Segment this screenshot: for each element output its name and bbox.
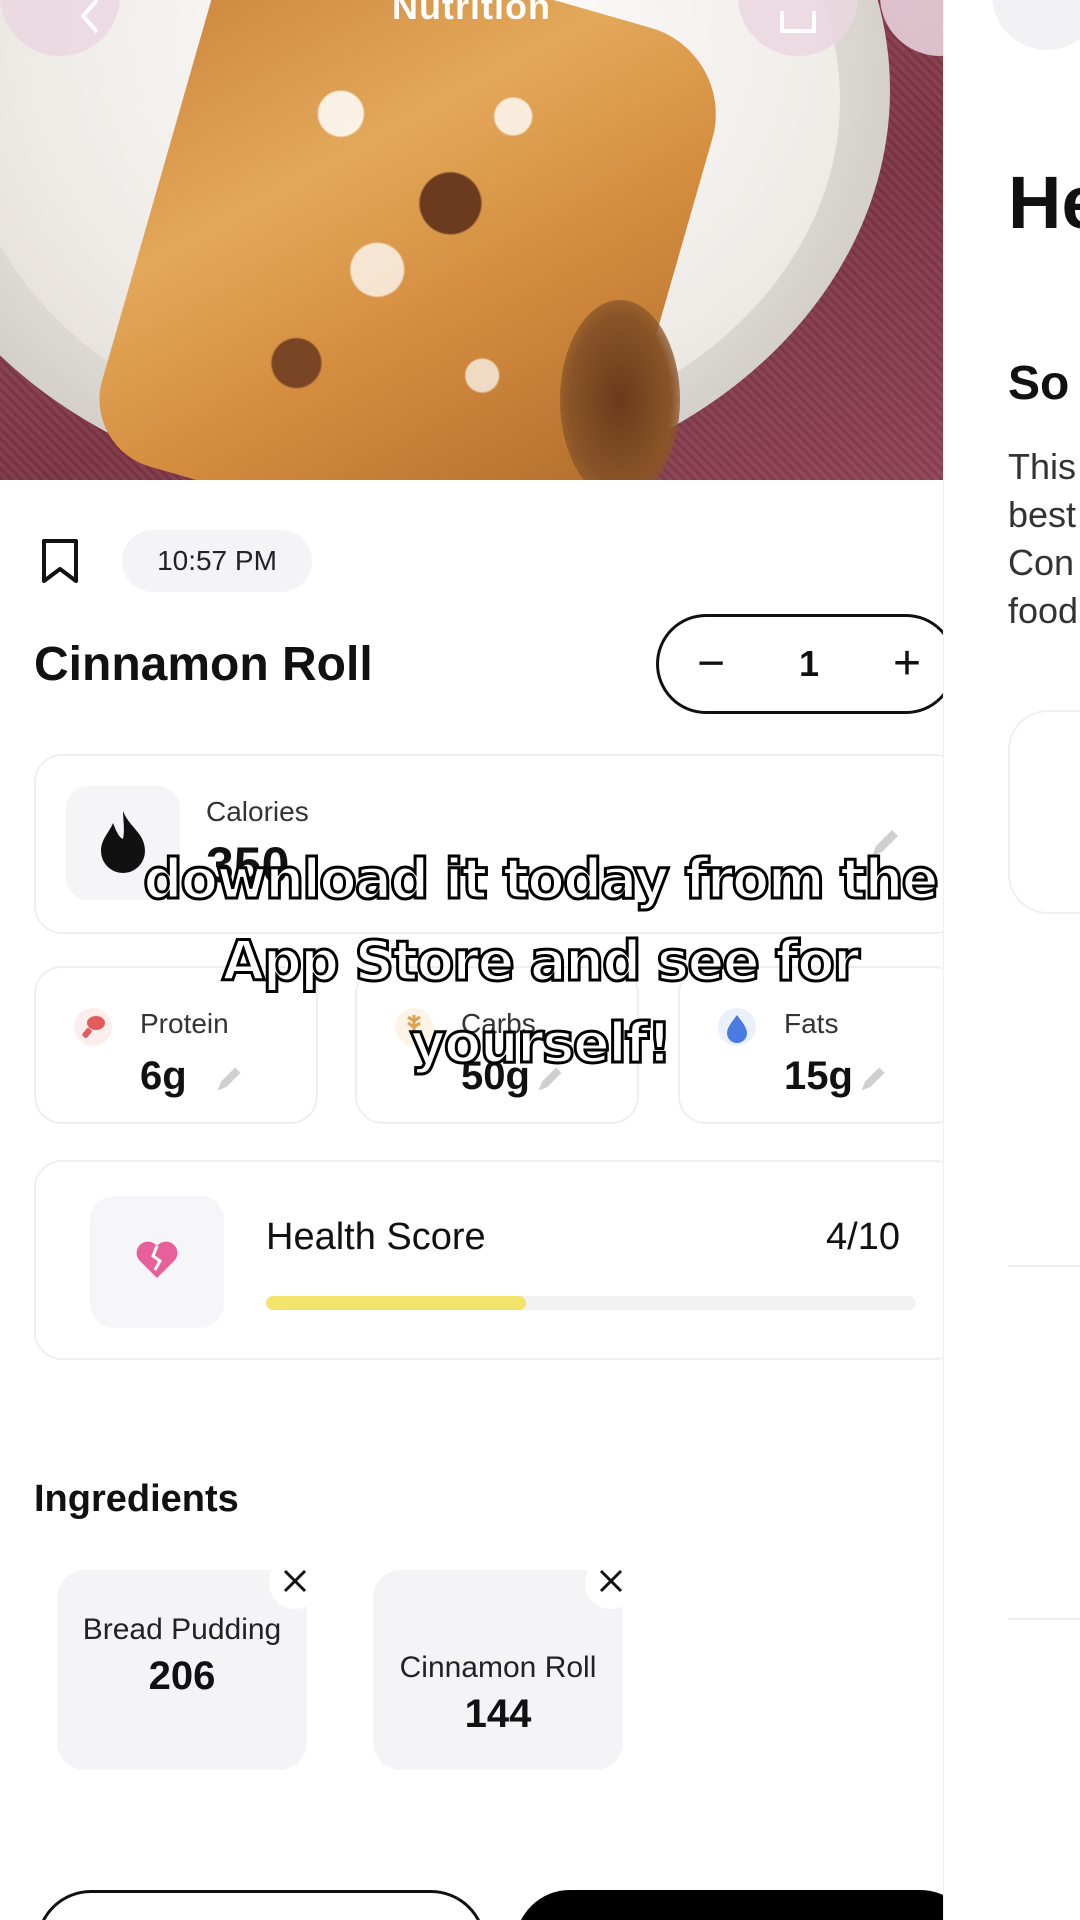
remove-ingredient-button[interactable] xyxy=(269,1557,321,1609)
list-item[interactable] xyxy=(1008,1380,1080,1500)
primary-action-button[interactable] xyxy=(515,1890,943,1920)
side-text-line: Con xyxy=(1008,542,1075,583)
health-score-card: Health Score 4/10 xyxy=(34,1160,943,1360)
ingredients-title: Ingredients xyxy=(34,1478,239,1520)
side-heading: He xyxy=(1008,161,1080,244)
divider xyxy=(1008,1618,1080,1620)
video-caption: download it today from the App Store and… xyxy=(60,838,1020,1084)
bookmark-icon[interactable] xyxy=(40,538,80,584)
close-icon xyxy=(598,1568,624,1599)
ingredient-card[interactable]: Bread Pudding 206 xyxy=(57,1570,307,1770)
ingredient-calories: 144 xyxy=(464,1692,532,1736)
side-text-line: food xyxy=(1008,590,1079,631)
health-score-value: 4/10 xyxy=(826,1216,900,1258)
ingredient-name: Bread Pudding xyxy=(82,1613,282,1646)
caption-line: download it today from the xyxy=(142,846,941,913)
health-score-bar xyxy=(266,1296,916,1310)
increment-button[interactable]: + xyxy=(893,640,921,688)
health-score-bar-fill xyxy=(266,1296,526,1310)
food-photo: Nutrition xyxy=(0,0,943,480)
secondary-action-button[interactable] xyxy=(36,1890,486,1920)
health-icon-box xyxy=(90,1196,224,1328)
ingredient-card[interactable]: Cinnamon Roll 144 xyxy=(373,1570,623,1770)
quantity-value: 1 xyxy=(798,643,820,684)
broken-heart-icon xyxy=(135,1240,179,1285)
caption-line: App Store and see for xyxy=(221,928,862,995)
caption-line: yourself! xyxy=(409,1010,674,1077)
side-subheading: So xyxy=(1008,357,1070,410)
side-text-line: best xyxy=(1008,494,1077,535)
decrement-button[interactable]: − xyxy=(697,640,725,688)
close-icon xyxy=(282,1568,308,1599)
ingredient-name: Cinnamon Roll xyxy=(399,1651,597,1684)
ingredient-calories: 206 xyxy=(148,1654,216,1698)
time-chip: 10:57 PM xyxy=(122,530,312,592)
health-score-label: Health Score xyxy=(266,1216,486,1258)
quantity-stepper: − 1 + xyxy=(656,614,943,714)
more-button[interactable] xyxy=(880,0,943,56)
back-button[interactable] xyxy=(992,0,1080,50)
share-icon xyxy=(778,4,818,49)
list-item[interactable] xyxy=(1008,1700,1080,1820)
side-text-line: This xyxy=(1008,446,1077,487)
calories-label: Calories xyxy=(206,796,309,827)
food-name: Cinnamon Roll xyxy=(34,638,373,691)
remove-ingredient-button[interactable] xyxy=(585,1557,637,1609)
divider xyxy=(1008,1265,1080,1267)
